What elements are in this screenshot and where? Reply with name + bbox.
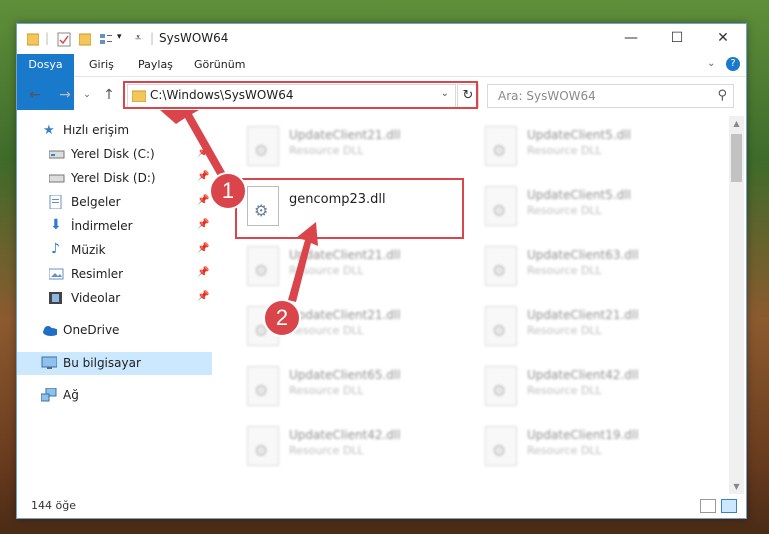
step-marker-2: 2 [263,299,301,337]
arrow-to-file [288,222,318,302]
annotation-arrows [160,110,318,302]
step-marker-1: 1 [209,172,247,210]
